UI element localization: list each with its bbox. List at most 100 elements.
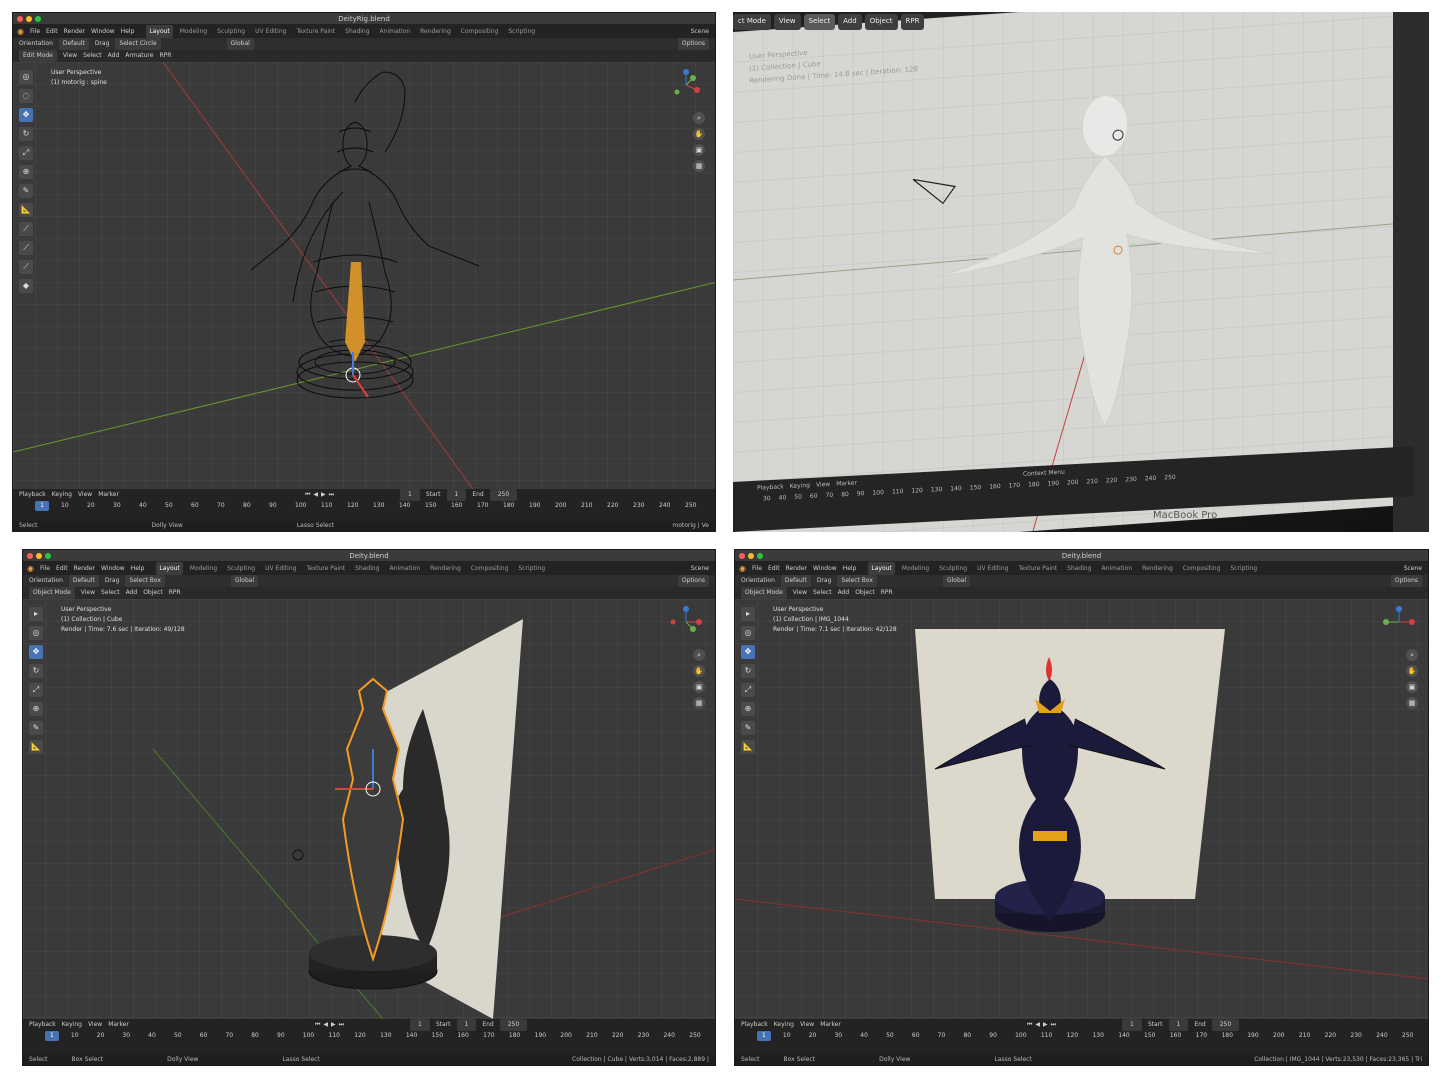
play-icon[interactable]: ▶ [331,1019,336,1031]
extrude-icon[interactable]: ◆ [19,279,33,293]
tab-texture-paint[interactable]: Texture Paint [1015,562,1060,575]
view-menu[interactable]: View [800,1019,814,1031]
move-icon[interactable]: ✥ [741,645,755,659]
tab-shading[interactable]: Shading [1064,562,1094,575]
keying-menu[interactable]: Keying [790,482,810,490]
scene-selector[interactable]: Scene [691,562,709,575]
tab-compositing[interactable]: Compositing [1180,562,1224,575]
menu-edit[interactable]: Edit [56,562,68,575]
menu-object[interactable]: Object [143,587,163,599]
start-frame-field[interactable]: 1 [446,489,467,501]
rotate-icon[interactable]: ↻ [741,664,755,678]
frame-ruler[interactable]: 1 10 20 30 40 50 60 70 80 90 100 110 120… [13,501,715,511]
current-frame-field[interactable]: 1 [410,1019,430,1031]
end-frame-field[interactable]: 250 [1211,1019,1240,1031]
3d-viewport[interactable]: User Perspective (1) Collection | IMG_10… [735,599,1428,1019]
grid-icon[interactable]: ▦ [693,697,705,709]
playback-menu[interactable]: Playback [741,1019,768,1031]
start-frame-field[interactable]: 1 [1168,1019,1189,1031]
bone-envelope-icon[interactable]: ⟋ [19,241,33,255]
playback-menu[interactable]: Playback [19,489,46,501]
menu-file[interactable]: File [30,25,40,38]
play-icon[interactable]: ▶ [1043,1019,1048,1031]
orientation-dropdown[interactable]: Default [58,38,89,50]
options-dropdown[interactable]: Options [1390,575,1422,587]
rotate-icon[interactable]: ↻ [19,127,33,141]
menu-help[interactable]: Help [843,562,857,575]
marker-menu[interactable]: Marker [98,489,119,501]
tab-shading[interactable]: Shading [352,562,382,575]
blender-logo-icon[interactable]: ◉ [27,562,34,575]
menu-view[interactable]: View [81,587,95,599]
jump-end-icon[interactable]: ⏭ [1051,1019,1056,1031]
menu-help[interactable]: Help [121,25,135,38]
tab-texture-paint[interactable]: Texture Paint [293,25,338,38]
menu-window[interactable]: Window [813,562,837,575]
keying-menu[interactable]: Keying [774,1019,794,1031]
blender-logo-icon[interactable]: ◉ [739,562,746,575]
keying-menu[interactable]: Keying [62,1019,82,1031]
tab-scripting[interactable]: Scripting [1227,562,1260,575]
current-frame-field[interactable]: 1 [400,489,420,501]
play-icon[interactable]: ▶ [321,489,326,501]
transform-icon[interactable]: ⊕ [19,165,33,179]
tab-uv-editing[interactable]: UV Editing [974,562,1011,575]
tab-sculpting[interactable]: Sculpting [936,562,970,575]
scale-icon[interactable]: ⤢ [29,683,43,697]
menu-help[interactable]: Help [131,562,145,575]
3d-viewport[interactable]: User Perspective (1) Collection | Cube R… [23,599,715,1019]
menu-select[interactable]: Select [83,50,102,62]
annotate-icon[interactable]: ✎ [741,721,755,735]
traffic-lights[interactable] [739,553,763,559]
tab-sculpting[interactable]: Sculpting [224,562,258,575]
options-dropdown[interactable]: Options [677,38,709,50]
tab-animation[interactable]: Animation [377,25,414,38]
transform-orientation-dropdown[interactable]: Global [942,575,971,587]
move-icon[interactable]: ✥ [29,645,43,659]
cursor-icon[interactable]: ◎ [29,626,43,640]
annotate-icon[interactable]: ✎ [19,184,33,198]
select-box-icon[interactable]: ▸ [741,607,755,621]
select-mode-dropdown[interactable]: Select Box [837,575,877,587]
play-reverse-icon[interactable]: ◀ [313,489,318,501]
view-menu[interactable]: View [78,489,92,501]
tab-shading[interactable]: Shading [342,25,372,38]
measure-icon[interactable]: 📐 [741,740,755,754]
menu-add[interactable]: Add [126,587,138,599]
roll-icon[interactable]: ⟋ [19,260,33,274]
menu-armature[interactable]: Armature [125,50,153,62]
annotate-icon[interactable]: ✎ [29,721,43,735]
tab-modeling[interactable]: Modeling [187,562,220,575]
menu-add[interactable]: Add [838,587,850,599]
menu-object[interactable]: Object [864,14,898,30]
menu-window[interactable]: Window [91,25,115,38]
measure-icon[interactable]: 📐 [19,203,33,217]
tab-compositing[interactable]: Compositing [458,25,502,38]
menu-file[interactable]: File [40,562,50,575]
menu-render[interactable]: Render [64,25,85,38]
jump-end-icon[interactable]: ⏭ [339,1019,344,1031]
transform-icon[interactable]: ⊕ [741,702,755,716]
tab-layout[interactable]: Layout [156,562,183,575]
tab-texture-paint[interactable]: Texture Paint [303,562,348,575]
tab-uv-editing[interactable]: UV Editing [262,562,299,575]
mode-dropdown[interactable]: Object Mode [29,587,75,599]
end-frame-field[interactable]: 250 [499,1019,528,1031]
play-reverse-icon[interactable]: ◀ [1035,1019,1040,1031]
grid-icon[interactable]: ▦ [1406,697,1418,709]
rotate-icon[interactable]: ↻ [29,664,43,678]
marker-menu[interactable]: Marker [820,1019,841,1031]
marker-menu[interactable]: Marker [836,480,857,488]
view-menu[interactable]: View [816,481,830,489]
menu-rpr[interactable]: RPR [900,14,925,30]
menu-file[interactable]: File [752,562,762,575]
tab-animation[interactable]: Animation [1099,562,1136,575]
select-mode-dropdown[interactable]: Select Box [125,575,165,587]
select-mode-dropdown[interactable]: Select Circle [115,38,161,50]
camera-icon[interactable]: ▣ [693,681,705,693]
pan-icon[interactable]: ✋ [693,128,705,140]
menu-rpr[interactable]: RPR [881,587,893,599]
pan-icon[interactable]: ✋ [693,665,705,677]
orientation-dropdown[interactable]: Default [780,575,811,587]
menu-select[interactable]: Select [803,14,836,30]
